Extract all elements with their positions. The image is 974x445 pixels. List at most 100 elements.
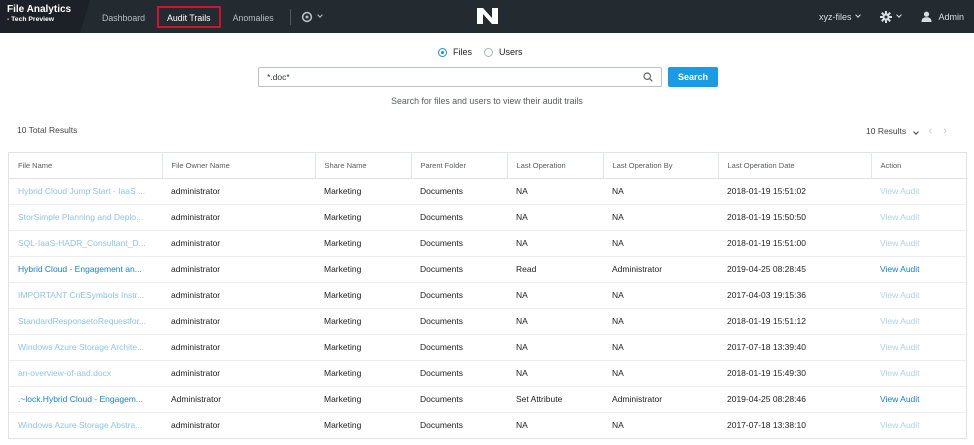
cell-date: 2017-07-18 13:39:40 (718, 334, 871, 361)
file-name-link[interactable]: Hybrid Cloud Jump Start - IaaS ... (9, 178, 162, 205)
chevron-down-icon (855, 12, 862, 18)
top-navigation-bar: File Analytics - Tech Preview Dashboard … (0, 0, 974, 33)
cell-date: 2018-01-19 15:51:02 (718, 178, 871, 205)
file-name-link[interactable]: Hybrid Cloud - Engagement an... (9, 256, 162, 283)
cell-owner: administrator (171, 420, 221, 431)
table-row: Windows Azure Storage Abstra... administr… (9, 412, 968, 438)
user-name: Admin (938, 11, 964, 22)
table-row: an-overview-of-aad.docx administrator Mark… (9, 360, 968, 387)
cell-by: NA (603, 230, 718, 257)
cell-share: Marketing (315, 256, 411, 283)
file-name-link[interactable]: StorSimple Planning and Deplo... (9, 204, 162, 231)
table-row: StandardResponsetoRequestfor... administr… (9, 308, 968, 335)
table-row: Windows Azure Storage Archite... administ… (9, 334, 968, 361)
nav-settings-dropdown[interactable] (297, 11, 326, 23)
file-name-link[interactable]: Windows Azure Storage Abstra... (9, 412, 162, 438)
view-audit-link[interactable]: View Audit (871, 360, 968, 387)
cell-folder: Documents (411, 334, 507, 361)
radio-users[interactable]: Users (484, 47, 523, 57)
cell-share: Marketing (315, 308, 411, 335)
search-hint: Search for files and users to view their… (391, 96, 583, 106)
results-table: File Name File Owner Name Share Name Par… (8, 152, 968, 439)
cell-owner: administrator (162, 282, 315, 309)
cell-folder: Documents (411, 178, 507, 205)
cell-date: 2017-04-03 19:15:36 (718, 282, 871, 309)
file-name-link[interactable]: StandardResponsetoRequestfor... (9, 308, 162, 335)
nav-anomalies[interactable]: Anomalies (223, 6, 284, 28)
cell-date: 2018-01-19 15:51:12 (718, 308, 871, 335)
cell-owner: Administrator (162, 386, 315, 413)
cell-by: NA (603, 334, 718, 361)
column-header[interactable]: Parent Folder (410, 153, 507, 179)
cell-date: 2017-07-18 13:38:10 (727, 420, 806, 431)
file-name-link[interactable]: IMPORTANT CnESymbols Instr... (9, 282, 162, 309)
file-name-link[interactable]: SQL-IaaS-HADR_Consultant_D... (9, 230, 162, 257)
column-header[interactable]: Last Operation (506, 153, 603, 179)
column-header[interactable]: File Name (9, 153, 162, 179)
cell-owner: administrator (162, 308, 315, 335)
cell-owner: administrator (162, 360, 315, 387)
radio-files-label: Files (453, 47, 473, 57)
cluster-selector[interactable]: xyz-files (818, 11, 862, 22)
cell-date: 2018-01-19 15:51:00 (718, 230, 871, 257)
cell-folder: Documents (411, 256, 507, 283)
chevron-down-icon (316, 12, 323, 18)
settings-menu[interactable] (880, 10, 903, 23)
search-button[interactable]: Search (668, 67, 718, 87)
view-audit-link[interactable]: View Audit (871, 230, 968, 257)
nav-audit-trails[interactable]: Audit Trails (157, 5, 221, 28)
view-audit-link[interactable]: View Audit (871, 412, 968, 438)
cell-share: Marketing (315, 386, 411, 413)
cell-owner: administrator (162, 256, 315, 283)
search-input[interactable]: *.doc* (258, 67, 662, 87)
cell-date: 2019-04-25 08:28:46 (718, 386, 871, 413)
user-icon (921, 11, 932, 22)
radio-users-label: Users (499, 47, 523, 57)
view-audit-link[interactable]: View Audit (871, 282, 968, 309)
view-audit-link[interactable]: View Audit (871, 386, 968, 413)
view-audit-link[interactable]: View Audit (871, 334, 968, 361)
app-title: File Analytics (7, 4, 72, 15)
radio-selected-icon (438, 47, 447, 57)
cell-share: Marketing (315, 204, 411, 231)
search-input-value: *.doc* (267, 72, 290, 82)
cell-op: Set Attribute (507, 386, 603, 413)
view-audit-link[interactable]: View Audit (871, 178, 968, 205)
user-menu[interactable]: Admin (921, 11, 964, 22)
prev-page-icon[interactable]: ‹ (929, 126, 933, 137)
view-audit-link[interactable]: View Audit (871, 204, 968, 231)
table-row: SQL-IaaS-HADR_Consultant_D... administrat… (9, 230, 968, 257)
view-audit-link[interactable]: View Audit (871, 308, 968, 335)
app-subtitle: - Tech Preview (7, 16, 55, 23)
cell-folder: Documents (411, 204, 507, 231)
file-name-link[interactable]: an-overview-of-aad.docx (9, 360, 162, 387)
nav-dashboard[interactable]: Dashboard (92, 6, 155, 28)
file-name-link[interactable]: .~lock.Hybrid Cloud - Engagem... (9, 386, 162, 413)
app-brand[interactable]: File Analytics - Tech Preview (0, 0, 90, 33)
table-header-row: File Name File Owner Name Share Name Par… (9, 153, 968, 179)
cluster-name: xyz-files (818, 11, 852, 22)
column-header[interactable]: Last Operation By (602, 153, 718, 179)
column-header[interactable]: File Owner Name (161, 153, 315, 179)
cell-by: Administrator (603, 386, 718, 413)
cell-by: NA (603, 282, 718, 309)
cell-share: Marketing (315, 334, 411, 361)
file-name-link[interactable]: Windows Azure Storage Archite... (9, 334, 162, 361)
view-audit-link[interactable]: View Audit (871, 256, 968, 283)
nutanix-logo-icon[interactable] (476, 7, 499, 25)
search-icon[interactable] (643, 72, 653, 82)
cell-by: NA (603, 178, 718, 205)
next-page-icon[interactable]: › (943, 126, 947, 137)
table-row: Hybrid Cloud Jump Start - IaaS ... admini… (9, 178, 968, 205)
cell-folder: Documents (420, 420, 463, 431)
table-row: IMPORTANT CnESymbols Instr... administrat… (9, 282, 968, 309)
cell-op: NA (507, 360, 603, 387)
cell-folder: Documents (411, 308, 507, 335)
results-per-page-dropdown[interactable]: 10 Results (866, 126, 919, 136)
cell-share: Marketing (315, 230, 411, 257)
radio-files[interactable]: Files (438, 47, 472, 57)
total-results: 10 Total Results (17, 125, 78, 135)
column-header[interactable]: Last Operation Date (717, 153, 871, 179)
column-header[interactable]: Share Name (314, 153, 411, 179)
cell-folder: Documents (411, 282, 507, 309)
